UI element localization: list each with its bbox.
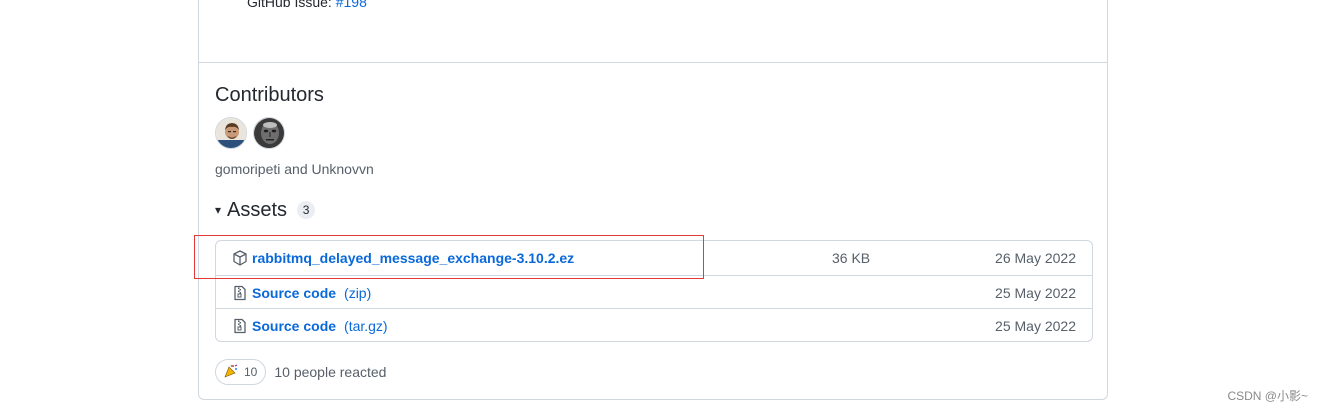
release-page: GitHub Issue: #198 Contributors gomoripe… bbox=[0, 0, 1322, 412]
contributors-avatars bbox=[215, 117, 285, 149]
section-divider bbox=[199, 62, 1107, 63]
asset-date: 25 May 2022 bbox=[995, 285, 1076, 301]
contributors-heading: Contributors bbox=[215, 84, 324, 106]
source-code-targz-link[interactable]: Source code (tar.gz) bbox=[252, 318, 388, 334]
assets-heading: Assets bbox=[227, 199, 288, 221]
asset-ext: (tar.gz) bbox=[344, 318, 388, 334]
asset-date: 25 May 2022 bbox=[995, 318, 1076, 334]
reaction-count: 10 bbox=[244, 365, 258, 379]
reactions-bar: 10 10 people reacted bbox=[215, 359, 386, 385]
asset-label: Source code bbox=[252, 285, 337, 301]
asset-label: rabbitmq_delayed_message_exchange-3.10.2… bbox=[252, 250, 575, 266]
contributors-names: gomoripeti and Unknovvn bbox=[215, 161, 374, 177]
caret-down-icon: ▾ bbox=[215, 203, 222, 217]
tada-icon bbox=[224, 364, 238, 381]
file-zip-icon bbox=[232, 285, 248, 301]
source-code-zip-link[interactable]: Source code (zip) bbox=[252, 285, 371, 301]
package-icon bbox=[232, 250, 248, 266]
avatar-unknovvn[interactable] bbox=[253, 117, 285, 149]
avatar-gomoripeti[interactable] bbox=[215, 117, 247, 149]
reaction-button[interactable]: 10 bbox=[215, 359, 267, 385]
assets-list: rabbitmq_delayed_message_exchange-3.10.2… bbox=[215, 240, 1093, 342]
issue-link[interactable]: #198 bbox=[336, 0, 367, 10]
asset-row: Source code (tar.gz) 25 May 2022 bbox=[216, 308, 1092, 343]
asset-ext: (zip) bbox=[344, 285, 372, 301]
reactions-summary: 10 people reacted bbox=[274, 364, 387, 380]
release-card: GitHub Issue: #198 Contributors gomoripe… bbox=[198, 0, 1108, 400]
issue-prefix: GitHub Issue: bbox=[247, 0, 332, 10]
asset-date: 26 May 2022 bbox=[995, 250, 1076, 266]
asset-label: Source code bbox=[252, 318, 337, 334]
asset-row: Source code (zip) 25 May 2022 bbox=[216, 275, 1092, 310]
asset-size: 36 KB bbox=[832, 250, 871, 266]
watermark: CSDN @小影~ bbox=[1227, 389, 1308, 403]
assets-toggle[interactable]: ▾ Assets 3 bbox=[215, 199, 316, 221]
file-zip-icon bbox=[232, 318, 248, 334]
assets-count-badge: 3 bbox=[297, 201, 316, 219]
asset-download-link[interactable]: rabbitmq_delayed_message_exchange-3.10.2… bbox=[252, 250, 574, 266]
issue-reference: GitHub Issue: #198 bbox=[247, 0, 367, 12]
asset-row: rabbitmq_delayed_message_exchange-3.10.2… bbox=[216, 241, 1092, 275]
